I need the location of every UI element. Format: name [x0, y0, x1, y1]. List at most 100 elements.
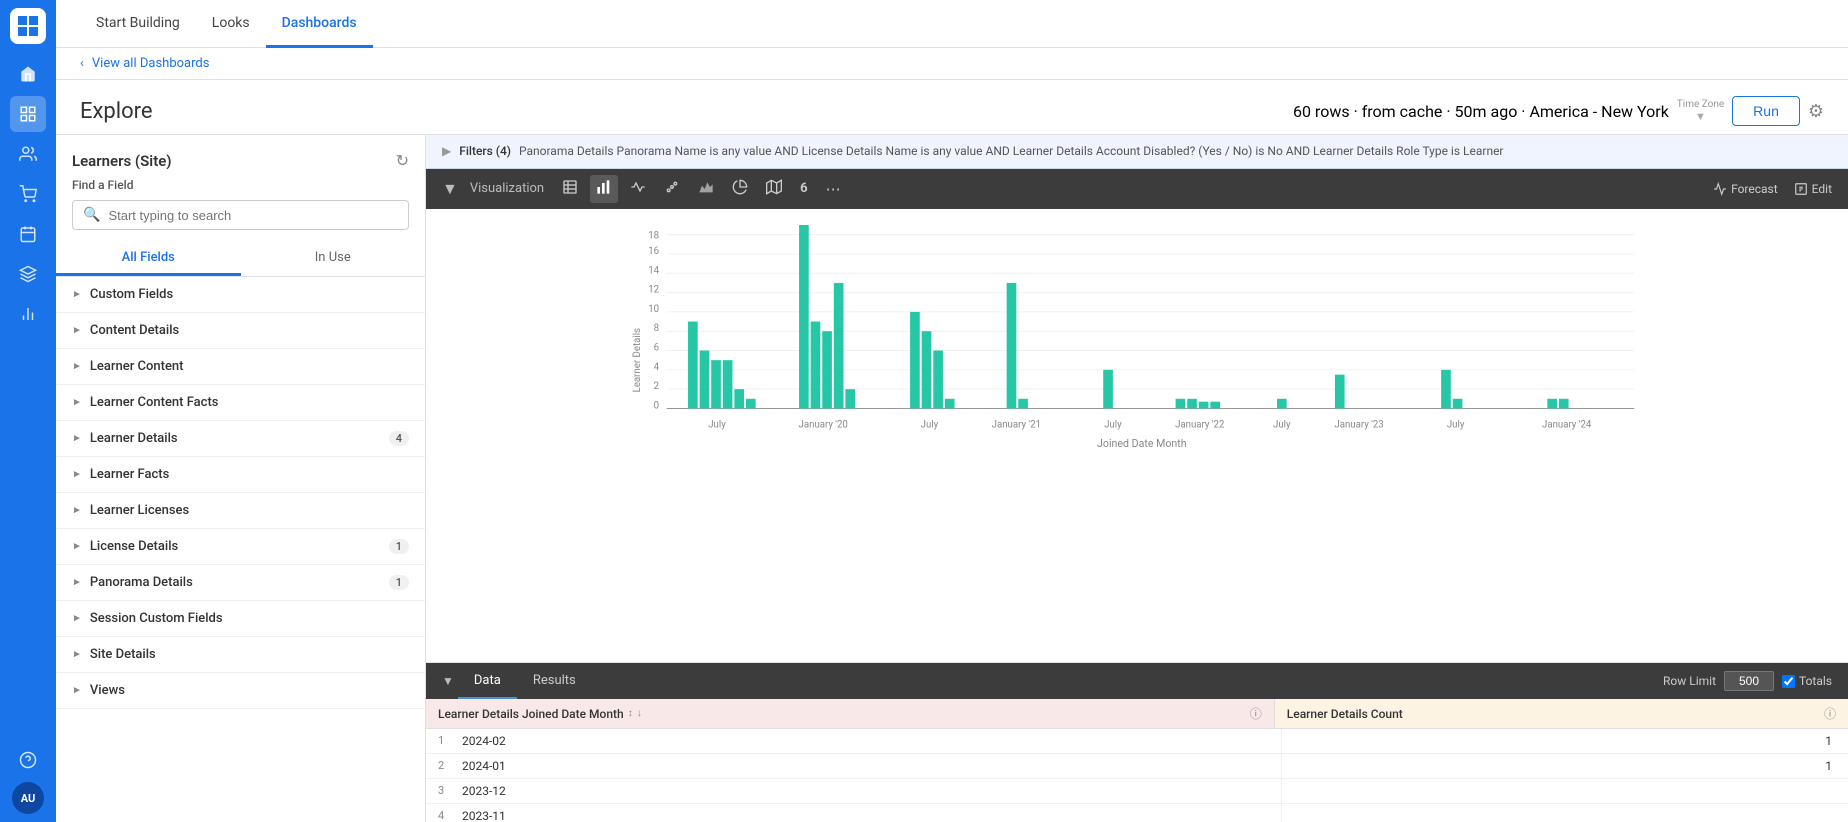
col-count-info-icon[interactable]: ⓘ: [1824, 705, 1836, 722]
panorama-details-badge: 1: [389, 575, 409, 590]
page-body: ‹ View all Dashboards Explore 60 rows · …: [56, 48, 1848, 822]
line-chart-icon[interactable]: [624, 175, 652, 203]
edit-button[interactable]: Edit: [1794, 182, 1832, 196]
app-logo[interactable]: [10, 8, 46, 44]
chevron-right-icon7: ►: [72, 505, 82, 516]
filter-text: Panorama Details Panorama Name is any va…: [519, 143, 1504, 160]
col-date-info-icon[interactable]: ⓘ: [1250, 705, 1262, 722]
field-group-learner-content-facts-header[interactable]: ► Learner Content Facts: [56, 385, 425, 420]
field-group-custom-fields-header[interactable]: ► Custom Fields: [56, 277, 425, 312]
more-icon[interactable]: ⋯: [820, 176, 847, 202]
nav-analytics-icon[interactable]: [10, 296, 46, 332]
field-group-panorama-details-header[interactable]: ► Panorama Details 1: [56, 565, 425, 600]
nav-help-icon[interactable]: [10, 742, 46, 778]
number-icon[interactable]: 6: [794, 177, 813, 200]
nav-dashboard-icon[interactable]: [10, 96, 46, 132]
totals-checkbox-area[interactable]: Totals: [1782, 674, 1832, 688]
nav-people-icon[interactable]: [10, 136, 46, 172]
svg-text:6: 6: [654, 342, 659, 353]
chevron-right-icon10: ►: [72, 613, 82, 624]
field-group-panorama-details-label: Panorama Details: [90, 575, 193, 590]
svg-text:July: July: [708, 420, 726, 431]
field-group-learner-details-header[interactable]: ► Learner Details 4: [56, 421, 425, 456]
top-nav: Start Building Looks Dashboards: [56, 0, 1848, 48]
forecast-button[interactable]: Forecast: [1713, 182, 1778, 196]
field-group-learner-content-facts: ► Learner Content Facts: [56, 385, 425, 421]
nav-cart-icon[interactable]: [10, 176, 46, 212]
chevron-right-icon8: ►: [72, 541, 82, 552]
learner-details-badge: 4: [389, 431, 409, 446]
svg-text:18: 18: [648, 230, 659, 241]
field-tabs: All Fields In Use: [56, 242, 425, 277]
field-group-site-details-label: Site Details: [90, 647, 156, 662]
filter-label[interactable]: Filters (4): [459, 144, 511, 158]
chevron-right-icon4: ►: [72, 397, 82, 408]
svg-text:4: 4: [654, 362, 660, 373]
field-group-learner-licenses-header[interactable]: ► Learner Licenses: [56, 493, 425, 528]
nav-group2-icon[interactable]: [10, 256, 46, 292]
row-limit-label: Row Limit: [1663, 674, 1716, 688]
field-group-license-details: ► License Details 1: [56, 529, 425, 565]
field-list: ► Custom Fields ► Content Details: [56, 277, 425, 822]
field-group-session-custom-fields-header[interactable]: ► Session Custom Fields: [56, 601, 425, 636]
sidebar-header: Learners (Site) ↻: [56, 135, 425, 178]
field-group-learner-facts-header[interactable]: ► Learner Facts: [56, 457, 425, 492]
table-icon[interactable]: [556, 175, 584, 203]
svg-text:0: 0: [654, 400, 659, 411]
scatter-icon[interactable]: [658, 175, 686, 203]
chevron-right-icon11: ►: [72, 649, 82, 660]
user-avatar[interactable]: AU: [12, 782, 44, 814]
nav-looks[interactable]: Looks: [196, 0, 266, 48]
search-icon: 🔍: [83, 207, 100, 223]
nav-dashboards[interactable]: Dashboards: [266, 0, 373, 48]
viz-right: Forecast Edit: [1713, 182, 1832, 196]
field-group-content-details-header[interactable]: ► Content Details: [56, 313, 425, 348]
svg-text:January '23: January '23: [1334, 420, 1383, 431]
search-input[interactable]: [108, 208, 398, 223]
main-panel: ▶ Filters (4) Panorama Details Panorama …: [426, 135, 1848, 822]
refresh-icon[interactable]: ↻: [396, 151, 409, 170]
field-group-learner-details-label: Learner Details: [90, 431, 178, 446]
totals-checkbox[interactable]: [1782, 675, 1795, 688]
row-count-4: [1282, 804, 1848, 822]
row-limit-input[interactable]: [1724, 671, 1774, 691]
tab-all-fields[interactable]: All Fields: [56, 242, 241, 276]
field-group-license-details-header[interactable]: ► License Details 1: [56, 529, 425, 564]
svg-text:January '22: January '22: [1175, 420, 1225, 431]
nav-start-building[interactable]: Start Building: [80, 0, 196, 48]
field-group-learner-content-facts-label: Learner Content Facts: [90, 395, 219, 410]
row-num-3: 3: [426, 779, 450, 803]
tab-in-use[interactable]: In Use: [241, 242, 426, 276]
field-group-site-details-header[interactable]: ► Site Details: [56, 637, 425, 672]
pie-chart-icon[interactable]: [726, 175, 754, 203]
row-date-1: 2024-02: [450, 729, 1282, 753]
col-date[interactable]: Learner Details Joined Date Month ↕ ↓ ⓘ: [426, 699, 1275, 728]
svg-text:January '24: January '24: [1542, 420, 1592, 431]
nav-calendar-icon[interactable]: [10, 216, 46, 252]
svg-text:January '21: January '21: [992, 420, 1041, 431]
field-group-learner-content-header[interactable]: ► Learner Content: [56, 349, 425, 384]
data-chevron-icon[interactable]: ▼: [442, 674, 454, 688]
field-group-views-header[interactable]: ► Views: [56, 673, 425, 708]
bar-chart-icon[interactable]: [590, 175, 618, 203]
sidebar: Learners (Site) ↻ Find a Field 🔍 All Fie…: [56, 135, 426, 822]
tab-results[interactable]: Results: [517, 663, 592, 699]
row-num-1: 1: [426, 729, 450, 753]
table-row: 1 2024-02 1: [426, 729, 1848, 754]
svg-text:12: 12: [648, 284, 659, 295]
field-group-session-custom-fields-label: Session Custom Fields: [90, 611, 223, 626]
viz-chevron-icon[interactable]: ▼: [442, 179, 458, 199]
tab-data[interactable]: Data: [458, 663, 517, 699]
svg-text:July: July: [1273, 420, 1291, 431]
settings-icon[interactable]: ⚙: [1808, 101, 1824, 122]
breadcrumb-link[interactable]: View all Dashboards: [92, 56, 210, 71]
svg-text:2: 2: [654, 381, 660, 392]
filter-chevron-icon[interactable]: ▶: [442, 144, 451, 158]
map-icon[interactable]: [760, 175, 788, 203]
run-button[interactable]: Run: [1732, 96, 1800, 126]
chevron-right-icon6: ►: [72, 469, 82, 480]
nav-home-icon[interactable]: [10, 56, 46, 92]
area-chart-icon[interactable]: [692, 175, 720, 203]
col-count[interactable]: Learner Details Count ⓘ: [1275, 699, 1848, 728]
field-group-site-details: ► Site Details: [56, 637, 425, 673]
